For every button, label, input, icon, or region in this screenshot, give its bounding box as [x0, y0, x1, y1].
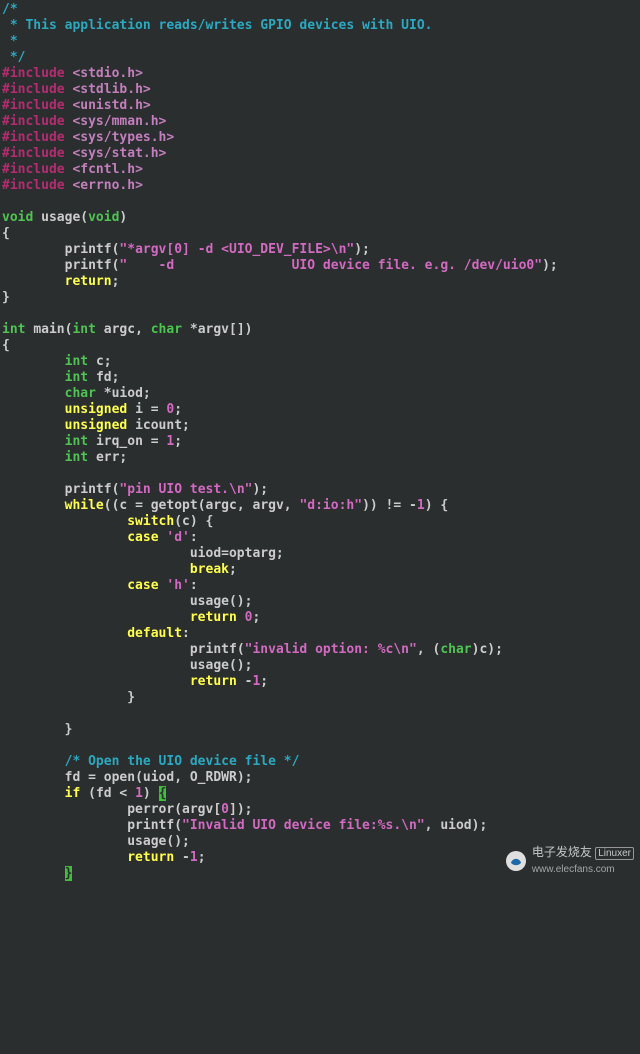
ident: irq_on — [96, 434, 143, 449]
char-literal: 'd' — [166, 530, 189, 545]
ident: O_RDWR — [190, 770, 237, 785]
keyword-char: char — [151, 322, 182, 337]
header: <errno.h> — [72, 178, 142, 193]
header: <stdlib.h> — [72, 82, 150, 97]
keyword-void: void — [2, 210, 33, 225]
preproc: #include — [2, 66, 65, 81]
func-perror: perror — [127, 802, 174, 817]
ident: uiod — [440, 818, 471, 833]
string: " -d UIO device file. e.g. /dev/uio0" — [119, 258, 542, 273]
ident: fd — [96, 786, 112, 801]
stmt: usage(); — [190, 594, 253, 609]
header: <unistd.h> — [72, 98, 150, 113]
keyword-return: return — [127, 850, 174, 865]
ident: icount — [135, 418, 182, 433]
keyword-default: default — [127, 626, 182, 641]
comment: * This application reads/writes GPIO dev… — [2, 18, 432, 33]
keyword-while: while — [65, 498, 104, 513]
func-printf: printf — [190, 642, 237, 657]
cursor: { — [159, 786, 167, 801]
keyword-int: int — [72, 322, 95, 337]
ident: err — [96, 450, 119, 465]
watermark: 电子发烧友 Linuxer www.elecfans.com — [506, 844, 634, 878]
string: "invalid option: %c\n" — [245, 642, 417, 657]
string: "Invalid UIO device file:%s.\n" — [182, 818, 425, 833]
keyword-int: int — [65, 354, 88, 369]
keyword-unsigned: unsigned — [65, 418, 128, 433]
header: <fcntl.h> — [72, 162, 142, 177]
header: <stdio.h> — [72, 66, 142, 81]
number: 1 — [417, 498, 425, 513]
preproc: #include — [2, 114, 65, 129]
ident: i — [135, 402, 143, 417]
comment: /* Open the UIO device file */ — [65, 754, 300, 769]
preproc: #include — [2, 178, 65, 193]
func-getopt: getopt — [151, 498, 198, 513]
keyword-return: return — [65, 274, 112, 289]
keyword-case: case — [127, 578, 158, 593]
keyword-break: break — [190, 562, 229, 577]
ident: fd — [96, 370, 112, 385]
ident: argv[ — [182, 802, 221, 817]
comment: */ — [2, 50, 25, 65]
stmt: usage(); — [127, 834, 190, 849]
comment: /* — [2, 2, 18, 17]
number: 0 — [245, 610, 253, 625]
keyword-void: void — [88, 210, 119, 225]
func-open: open — [104, 770, 135, 785]
header: <sys/stat.h> — [72, 146, 166, 161]
keyword-switch: switch — [127, 514, 174, 529]
stmt: uiod=optarg; — [190, 546, 284, 561]
keyword-return: return — [190, 610, 237, 625]
char-literal: 'h' — [166, 578, 189, 593]
keyword-char: char — [440, 642, 471, 657]
func-printf: printf — [65, 482, 112, 497]
string: "*argv[0] -d <UIO_DEV_FILE>\n" — [119, 242, 354, 257]
ident: *uiod — [104, 386, 143, 401]
number: 0 — [166, 402, 174, 417]
comment: * — [2, 34, 18, 49]
func-printf: printf — [65, 258, 112, 273]
func-main: main — [33, 322, 64, 337]
keyword-int: int — [65, 370, 88, 385]
func-printf: printf — [65, 242, 112, 257]
stmt: usage(); — [190, 658, 253, 673]
keyword-if: if — [65, 786, 81, 801]
ident: c — [96, 354, 104, 369]
keyword-return: return — [190, 674, 237, 689]
keyword-case: case — [127, 530, 158, 545]
watermark-brand: 电子发烧友 Linuxer — [532, 844, 634, 862]
number: 1 — [166, 434, 174, 449]
keyword-unsigned: unsigned — [65, 402, 128, 417]
keyword-int: int — [2, 322, 25, 337]
number: 1 — [252, 674, 260, 689]
ident: *argv[] — [190, 322, 245, 337]
keyword-char: char — [65, 386, 96, 401]
cursor: } — [65, 866, 73, 881]
preproc: #include — [2, 130, 65, 145]
ident: c — [479, 642, 487, 657]
logo-icon — [506, 851, 526, 871]
ident: argc — [104, 322, 135, 337]
func-printf: printf — [127, 818, 174, 833]
number: 1 — [135, 786, 143, 801]
keyword-int: int — [65, 450, 88, 465]
preproc: #include — [2, 98, 65, 113]
preproc: #include — [2, 162, 65, 177]
string: "pin UIO test.\n" — [119, 482, 252, 497]
keyword-int: int — [65, 434, 88, 449]
ident: uiod — [143, 770, 174, 785]
watermark-url: www.elecfans.com — [532, 862, 634, 878]
header: <sys/mman.h> — [72, 114, 166, 129]
preproc: #include — [2, 146, 65, 161]
func-usage: usage — [41, 210, 80, 225]
preproc: #include — [2, 82, 65, 97]
number: 1 — [190, 850, 198, 865]
string: "d:io:h" — [299, 498, 362, 513]
number: 0 — [221, 802, 229, 817]
header: <sys/types.h> — [72, 130, 174, 145]
code-view: /* * This application reads/writes GPIO … — [2, 2, 638, 882]
